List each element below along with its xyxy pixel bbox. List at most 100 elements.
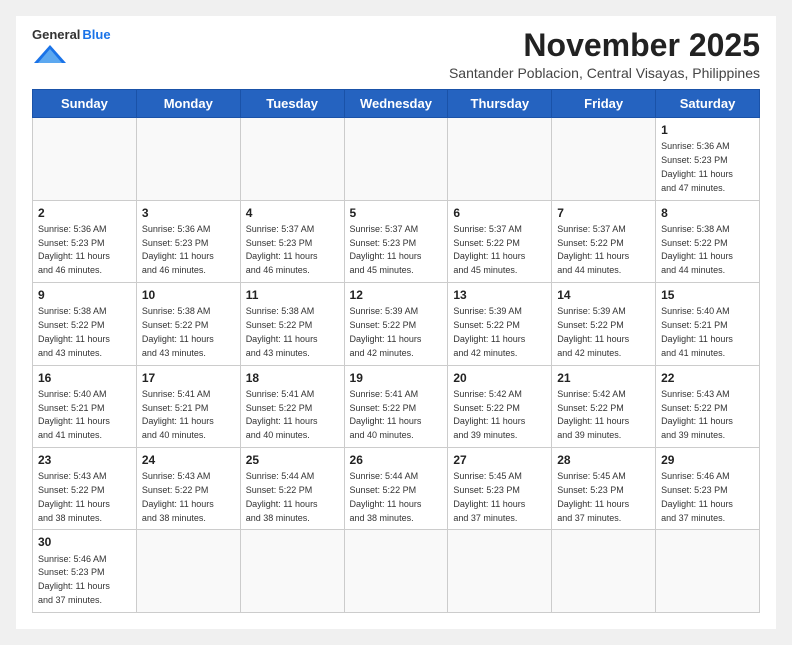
header-friday: Friday <box>552 90 656 118</box>
empty-cell <box>136 118 240 200</box>
table-row: 7 Sunrise: 5:37 AMSunset: 5:22 PMDaylight… <box>552 200 656 282</box>
table-row: 21Sunrise: 5:42 AMSunset: 5:22 PMDayligh… <box>552 365 656 447</box>
day-info: Sunrise: 5:40 AMSunset: 5:21 PMDaylight:… <box>661 306 733 357</box>
day-info: Sunrise: 5:41 AMSunset: 5:21 PMDaylight:… <box>142 389 214 440</box>
table-row: 27 Sunrise: 5:45 AMSunset: 5:23 PMDayligh… <box>448 447 552 529</box>
day-info: Sunrise: 5:38 AMSunset: 5:22 PMDaylight:… <box>661 224 733 275</box>
day-number: 12 <box>350 287 443 303</box>
weekday-header-row: Sunday Monday Tuesday Wednesday Thursday… <box>33 90 760 118</box>
empty-cell <box>344 530 448 612</box>
day-info: Sunrise: 5:46 AMSunset: 5:23 PMDaylight:… <box>661 471 733 522</box>
table-row: 16Sunrise: 5:40 AMSunset: 5:21 PMDayligh… <box>33 365 137 447</box>
table-row: 26 Sunrise: 5:44 AMSunset: 5:22 PMDayligh… <box>344 447 448 529</box>
table-row: 8 Sunrise: 5:38 AMSunset: 5:22 PMDaylight… <box>656 200 760 282</box>
month-title: November 2025 <box>449 28 760 63</box>
header-saturday: Saturday <box>656 90 760 118</box>
day-number: 13 <box>453 287 546 303</box>
table-row: 11Sunrise: 5:38 AMSunset: 5:22 PMDayligh… <box>240 283 344 365</box>
calendar-container: General Blue November 2025 Santander Pob… <box>16 16 776 629</box>
logo-blue-text: Blue <box>82 28 110 41</box>
title-section: November 2025 Santander Poblacion, Centr… <box>449 28 760 81</box>
day-info: Sunrise: 5:36 AMSunset: 5:23 PMDaylight:… <box>142 224 214 275</box>
day-info: Sunrise: 5:42 AMSunset: 5:22 PMDaylight:… <box>557 389 629 440</box>
day-number: 15 <box>661 287 754 303</box>
day-info: Sunrise: 5:38 AMSunset: 5:22 PMDaylight:… <box>38 306 110 357</box>
day-info: Sunrise: 5:41 AMSunset: 5:22 PMDaylight:… <box>350 389 422 440</box>
table-row: 24 Sunrise: 5:43 AMSunset: 5:22 PMDayligh… <box>136 447 240 529</box>
day-info: Sunrise: 5:44 AMSunset: 5:22 PMDaylight:… <box>350 471 422 522</box>
day-number: 16 <box>38 370 131 386</box>
header-tuesday: Tuesday <box>240 90 344 118</box>
day-info: Sunrise: 5:37 AMSunset: 5:22 PMDaylight:… <box>453 224 525 275</box>
table-row: 22 Sunrise: 5:43 AMSunset: 5:22 PMDayligh… <box>656 365 760 447</box>
header-thursday: Thursday <box>448 90 552 118</box>
empty-cell <box>240 118 344 200</box>
header-sunday: Sunday <box>33 90 137 118</box>
day-number: 25 <box>246 452 339 468</box>
day-info: Sunrise: 5:44 AMSunset: 5:22 PMDaylight:… <box>246 471 318 522</box>
location-subtitle: Santander Poblacion, Central Visayas, Ph… <box>449 65 760 81</box>
day-number: 3 <box>142 205 235 221</box>
table-row: 12Sunrise: 5:39 AMSunset: 5:22 PMDayligh… <box>344 283 448 365</box>
day-number: 28 <box>557 452 650 468</box>
day-number: 4 <box>246 205 339 221</box>
header: General Blue November 2025 Santander Pob… <box>32 28 760 81</box>
day-info: Sunrise: 5:45 AMSunset: 5:23 PMDaylight:… <box>557 471 629 522</box>
day-info: Sunrise: 5:38 AMSunset: 5:22 PMDaylight:… <box>142 306 214 357</box>
table-row: 23Sunrise: 5:43 AMSunset: 5:22 PMDayligh… <box>33 447 137 529</box>
day-number: 6 <box>453 205 546 221</box>
day-info: Sunrise: 5:43 AMSunset: 5:22 PMDaylight:… <box>661 389 733 440</box>
day-number: 14 <box>557 287 650 303</box>
day-number: 19 <box>350 370 443 386</box>
day-info: Sunrise: 5:36 AMSunset: 5:23 PMDaylight:… <box>661 141 733 192</box>
table-row: 1 Sunrise: 5:36 AMSunset: 5:23 PMDaylight… <box>656 118 760 200</box>
table-row: 14 Sunrise: 5:39 AMSunset: 5:22 PMDayligh… <box>552 283 656 365</box>
empty-cell <box>240 530 344 612</box>
empty-cell <box>448 530 552 612</box>
day-info: Sunrise: 5:37 AMSunset: 5:23 PMDaylight:… <box>246 224 318 275</box>
table-row: 29 Sunrise: 5:46 AMSunset: 5:23 PMDayligh… <box>656 447 760 529</box>
empty-cell <box>344 118 448 200</box>
table-row: 15 Sunrise: 5:40 AMSunset: 5:21 PMDayligh… <box>656 283 760 365</box>
day-number: 27 <box>453 452 546 468</box>
day-number: 2 <box>38 205 131 221</box>
day-number: 29 <box>661 452 754 468</box>
day-info: Sunrise: 5:45 AMSunset: 5:23 PMDaylight:… <box>453 471 525 522</box>
day-number: 26 <box>350 452 443 468</box>
day-number: 18 <box>246 370 339 386</box>
day-number: 23 <box>38 452 131 468</box>
day-number: 1 <box>661 122 754 138</box>
table-row: 5Sunrise: 5:37 AMSunset: 5:23 PMDaylight… <box>344 200 448 282</box>
table-row: 4 Sunrise: 5:37 AMSunset: 5:23 PMDaylight… <box>240 200 344 282</box>
calendar-table: Sunday Monday Tuesday Wednesday Thursday… <box>32 89 760 613</box>
logo-general-text: General <box>32 28 80 41</box>
day-info: Sunrise: 5:39 AMSunset: 5:22 PMDaylight:… <box>557 306 629 357</box>
table-row: 19 Sunrise: 5:41 AMSunset: 5:22 PMDayligh… <box>344 365 448 447</box>
day-number: 8 <box>661 205 754 221</box>
day-info: Sunrise: 5:41 AMSunset: 5:22 PMDaylight:… <box>246 389 318 440</box>
table-row: 25 Sunrise: 5:44 AMSunset: 5:22 PMDayligh… <box>240 447 344 529</box>
table-row: 28 Sunrise: 5:45 AMSunset: 5:23 PMDayligh… <box>552 447 656 529</box>
day-number: 20 <box>453 370 546 386</box>
header-wednesday: Wednesday <box>344 90 448 118</box>
table-row: 6 Sunrise: 5:37 AMSunset: 5:22 PMDaylight… <box>448 200 552 282</box>
day-number: 30 <box>38 534 131 550</box>
day-info: Sunrise: 5:42 AMSunset: 5:22 PMDaylight:… <box>453 389 525 440</box>
day-info: Sunrise: 5:46 AMSunset: 5:23 PMDaylight:… <box>38 554 110 605</box>
day-number: 22 <box>661 370 754 386</box>
day-info: Sunrise: 5:38 AMSunset: 5:22 PMDaylight:… <box>246 306 318 357</box>
day-number: 9 <box>38 287 131 303</box>
day-number: 5 <box>350 205 443 221</box>
day-number: 17 <box>142 370 235 386</box>
day-info: Sunrise: 5:43 AMSunset: 5:22 PMDaylight:… <box>142 471 214 522</box>
logo: General Blue <box>32 28 111 65</box>
day-number: 10 <box>142 287 235 303</box>
empty-cell <box>552 530 656 612</box>
day-number: 24 <box>142 452 235 468</box>
day-number: 7 <box>557 205 650 221</box>
logo-icon <box>32 43 68 65</box>
table-row: 13Sunrise: 5:39 AMSunset: 5:22 PMDayligh… <box>448 283 552 365</box>
day-info: Sunrise: 5:37 AMSunset: 5:22 PMDaylight:… <box>557 224 629 275</box>
day-info: Sunrise: 5:36 AMSunset: 5:23 PMDaylight:… <box>38 224 110 275</box>
empty-cell <box>552 118 656 200</box>
